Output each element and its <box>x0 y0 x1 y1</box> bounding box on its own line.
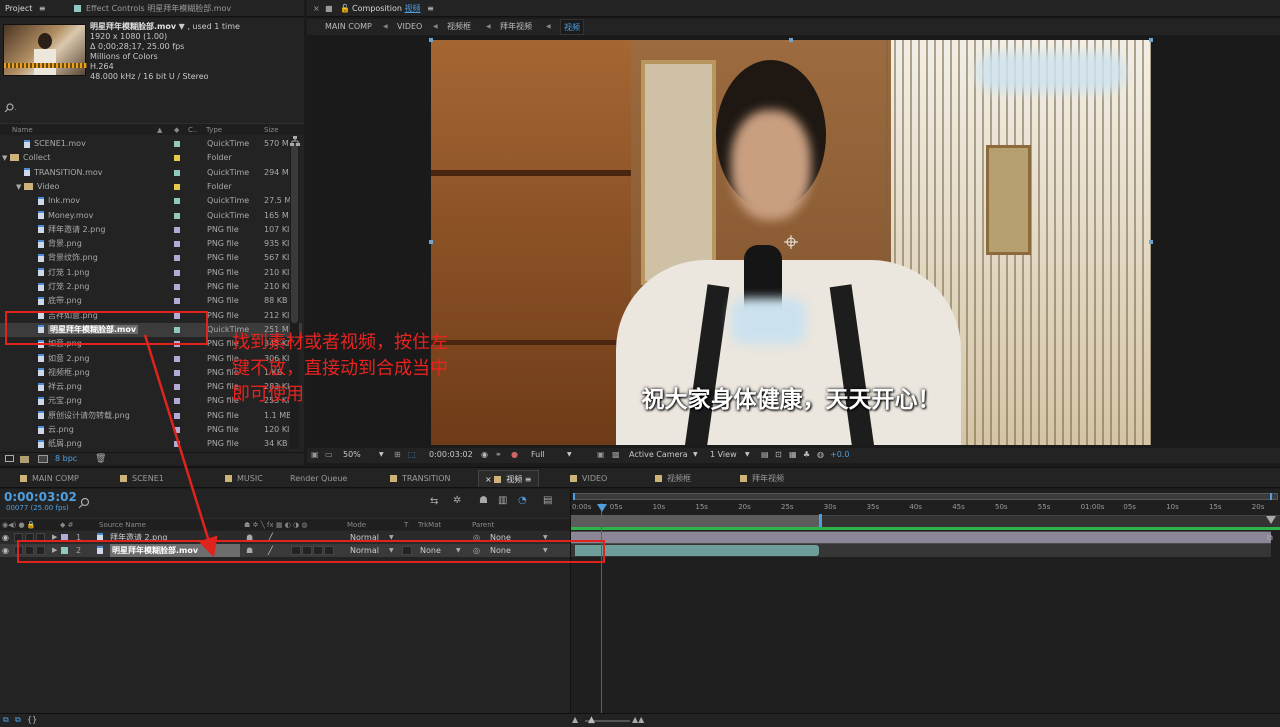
drag-arrow <box>143 334 218 558</box>
tutorial-annotation: 找到素材或者视频，按住左键不放，直接动到合成当中即可使用 <box>232 332 448 405</box>
